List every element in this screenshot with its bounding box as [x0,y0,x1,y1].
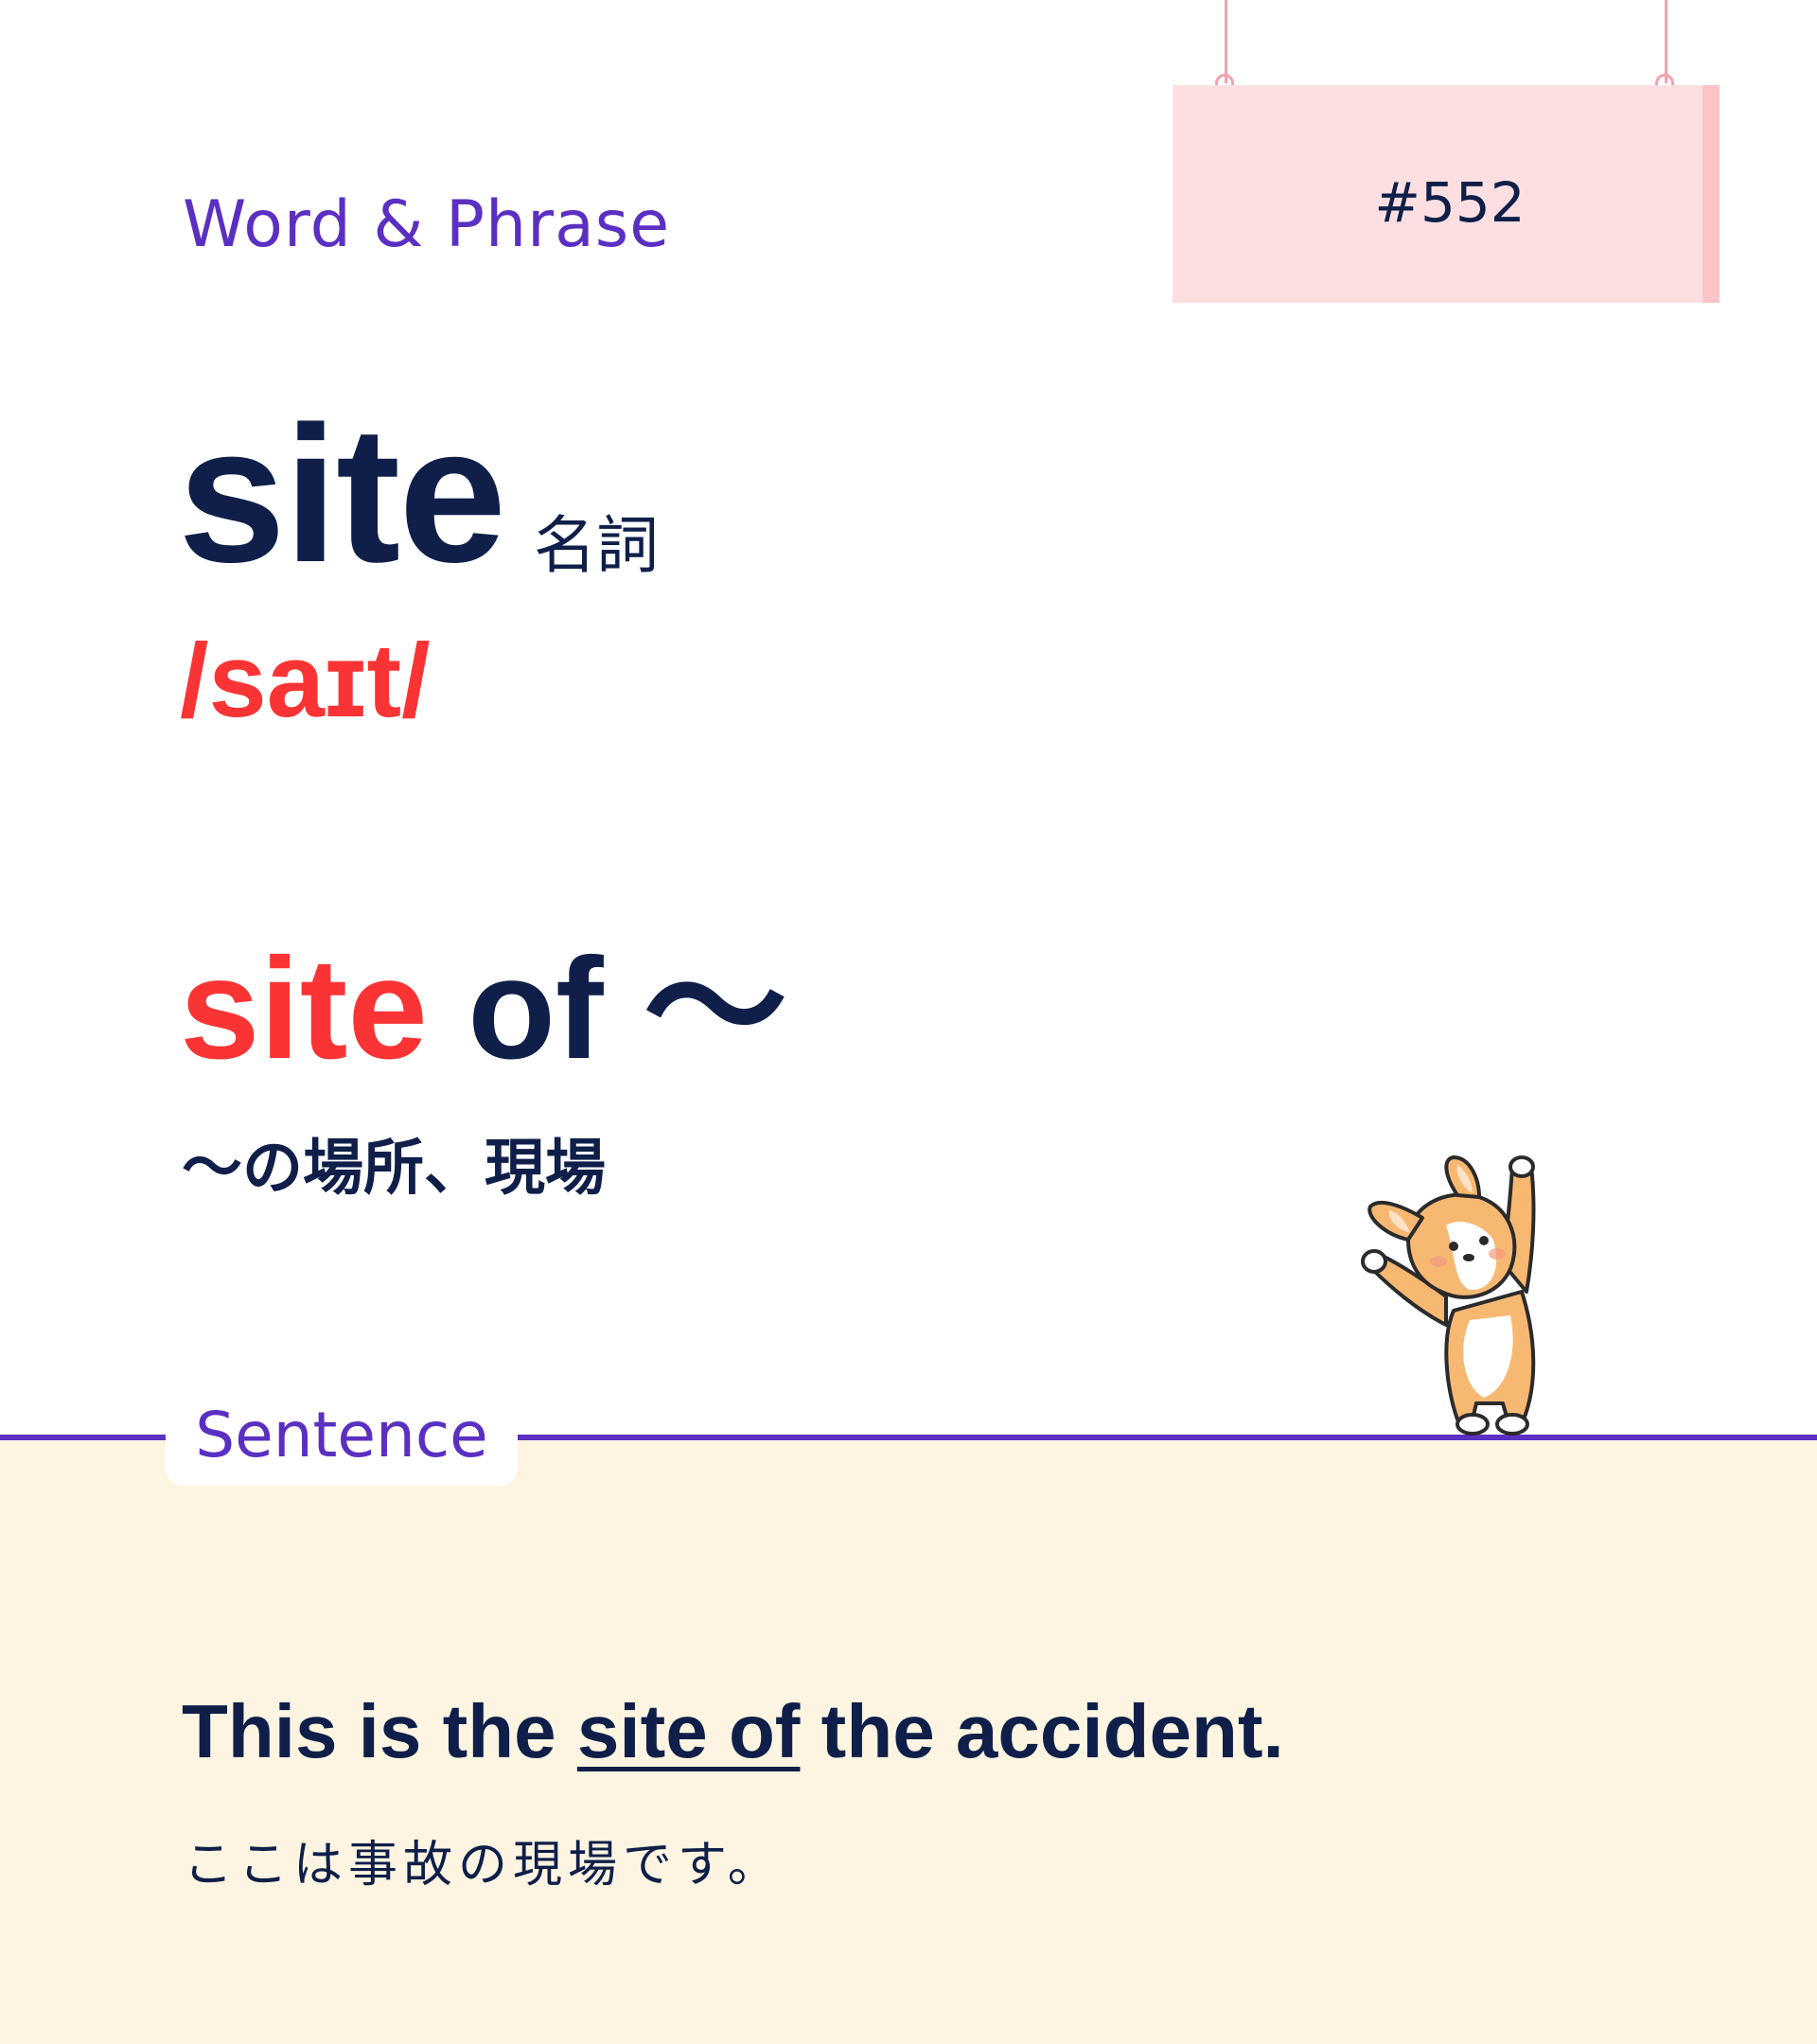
sign-string-right [1665,0,1667,83]
phrase-rest: of ～ [427,928,787,1089]
example-sentence: This is the site of the accident. [182,1694,1284,1770]
example-before: This is the [182,1689,577,1773]
phrase: site of ～ [180,937,787,1081]
part-of-speech: 名詞 [534,509,659,582]
phrase-key: site [180,928,428,1089]
phrase-meaning: ～の場所、現場 [182,1134,606,1204]
example-translation: ここは事故の現場です。 [184,1837,783,1894]
sentence-label: Sentence [195,1399,488,1471]
sign-string-left [1225,0,1227,83]
corgi-mascot-icon [1361,1155,1536,1436]
card-number: #552 [1374,170,1526,235]
example-highlight: site of [576,1689,801,1773]
pronunciation: /saɪt/ [180,623,431,739]
example-after: the accident. [800,1689,1284,1773]
section-label: Word & Phrase [183,187,671,262]
headword: site [178,386,506,603]
